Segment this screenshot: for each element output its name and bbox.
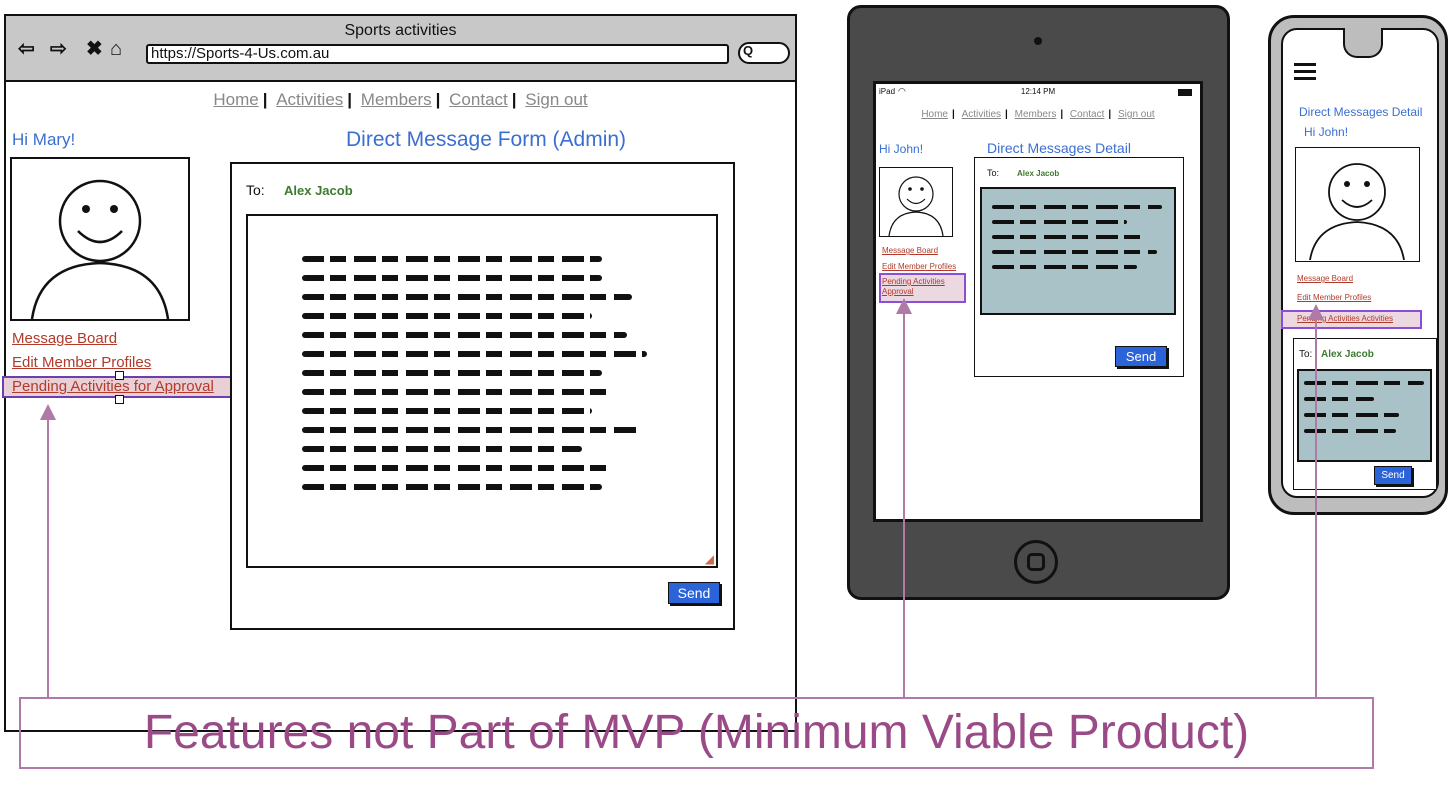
avatar (879, 167, 953, 237)
nav-members-link[interactable]: Members (357, 90, 436, 109)
nav-contact-link[interactable]: Contact (1066, 109, 1108, 120)
arrow-head-icon (1308, 304, 1324, 320)
nav-contact-link[interactable]: Contact (445, 90, 512, 109)
message-body-text (302, 256, 647, 503)
nav-activities-link[interactable]: Activities (272, 90, 347, 109)
message-textarea[interactable] (1297, 369, 1432, 462)
nav-home-link[interactable]: Home (209, 90, 262, 109)
nav-activities-link[interactable]: Activities (958, 109, 1005, 120)
camera-icon (1034, 37, 1042, 45)
url-bar[interactable]: https://Sports-4-Us.com.au (146, 44, 729, 64)
menu-pending-activities[interactable]: Pending Activities for Approval (12, 378, 214, 395)
message-form: To: Alex Jacob ◢ Send (230, 162, 735, 630)
menu-message-board[interactable]: Message Board (882, 246, 938, 255)
home-icon[interactable]: ⌂ (110, 38, 122, 60)
avatar (10, 157, 190, 321)
battery-icon (1178, 89, 1192, 96)
annotation-arrow (47, 418, 49, 698)
message-body-text (992, 205, 1162, 280)
status-time: 12:14 PM (1020, 87, 1056, 96)
to-label: To: (246, 182, 265, 198)
annotation-arrow (1315, 318, 1317, 698)
menu-edit-member-profiles[interactable]: Edit Member Profiles (12, 354, 151, 371)
resize-grip-icon[interactable]: ◢ (705, 552, 714, 566)
close-x-icon[interactable]: ✖ (86, 38, 103, 60)
phone-screen: Direct Messages Detail Hi John! Message … (1281, 28, 1439, 498)
recipient-name: Alex Jacob (1017, 169, 1060, 178)
forward-arrow-icon[interactable]: ⇨ (50, 38, 67, 60)
annotation-arrow (903, 312, 905, 698)
window-title: Sports activities (344, 22, 457, 39)
page-title: Direct Messages Detail (1299, 105, 1423, 119)
arrow-head-icon (40, 404, 56, 420)
menu-edit-member-profiles[interactable]: Edit Member Profiles (882, 262, 956, 271)
resize-handle[interactable] (115, 395, 124, 404)
menu-edit-member-profiles[interactable]: Edit Member Profiles (1297, 293, 1371, 302)
nav-signout-link[interactable]: Sign out (521, 90, 591, 109)
greeting: Hi John! (1304, 125, 1349, 139)
user-avatar-icon (888, 176, 944, 237)
message-textarea[interactable] (980, 187, 1176, 315)
desktop-browser-window: Sports activities ⇦ ⇨ ✖ ⌂ https://Sports… (2, 14, 797, 732)
nav-home-link[interactable]: Home (917, 109, 952, 120)
page-title: Direct Messages Detail (987, 140, 1131, 156)
recipient-name: Alex Jacob (1321, 349, 1374, 360)
phone-notch (1343, 28, 1383, 58)
home-square-icon (1027, 553, 1045, 571)
greeting: Hi Mary! (12, 130, 76, 149)
send-button[interactable]: Send (1374, 466, 1412, 485)
avatar (1295, 147, 1420, 262)
message-body-text (1304, 381, 1424, 445)
menu-message-board[interactable]: Message Board (1297, 274, 1353, 283)
nav-signout-link[interactable]: Sign out (1114, 109, 1159, 120)
tablet-top-navigation: Home | Activities | Members | Contact | Sign… (876, 109, 1200, 120)
back-arrow-icon[interactable]: ⇦ (18, 38, 35, 60)
browser-chrome: Sports activities ⇦ ⇨ ✖ ⌂ https://Sports… (6, 16, 795, 82)
recipient-name: Alex Jacob (284, 183, 353, 198)
greeting: Hi John! (879, 142, 924, 156)
to-label: To: (987, 168, 1000, 178)
search-icon: Q (743, 43, 754, 58)
message-form: To: Alex Jacob Send (974, 157, 1184, 377)
menu-pending-activities[interactable]: Pending Activities Approval (882, 277, 962, 297)
user-avatar-icon (30, 179, 170, 320)
home-button[interactable] (1014, 540, 1058, 584)
send-button[interactable]: Send (1115, 346, 1167, 367)
menu-message-board[interactable]: Message Board (12, 330, 117, 347)
send-button[interactable]: Send (668, 582, 720, 604)
search-button[interactable]: Q (738, 42, 790, 64)
nav-members-link[interactable]: Members (1011, 109, 1061, 120)
arrow-head-icon (896, 298, 912, 314)
hamburger-menu-icon[interactable] (1294, 63, 1316, 80)
mvp-annotation-banner: Features not Part of MVP (Minimum Viable… (19, 697, 1374, 769)
to-label: To: (1299, 349, 1313, 360)
resize-handle[interactable] (115, 371, 124, 380)
tablet-screen: iPad ◠ 12:14 PM Home | Activities | Member… (873, 81, 1203, 522)
top-navigation: Home | Activities | Members | Contact | Sign… (6, 90, 795, 110)
message-textarea[interactable]: ◢ (246, 214, 718, 568)
user-avatar-icon (1309, 163, 1405, 261)
page-title: Direct Message Form (Admin) (346, 128, 627, 151)
